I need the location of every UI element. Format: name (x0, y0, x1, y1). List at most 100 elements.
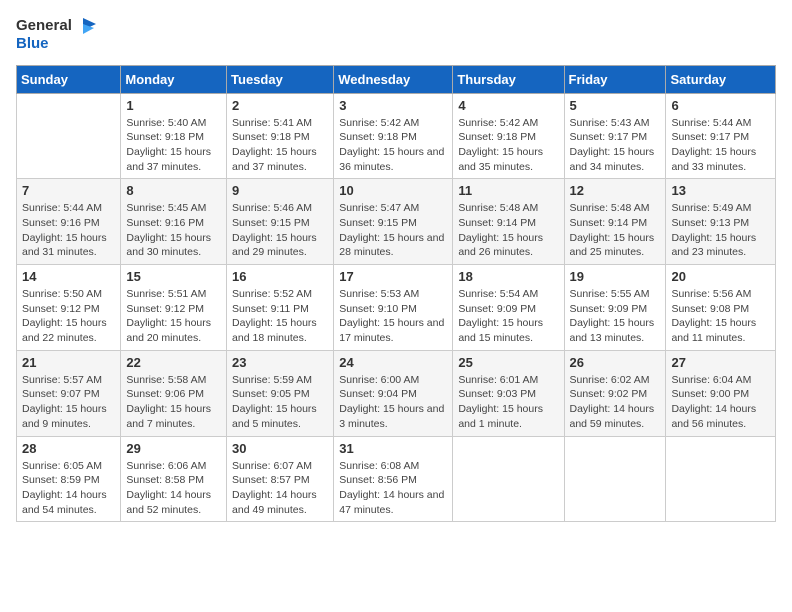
day-number: 16 (232, 269, 328, 284)
calendar-cell: 5 Sunrise: 5:43 AMSunset: 9:17 PMDaylight… (564, 93, 666, 179)
day-info: Sunrise: 5:58 AMSunset: 9:06 PMDaylight:… (126, 373, 221, 432)
day-number: 9 (232, 183, 328, 198)
day-info: Sunrise: 5:53 AMSunset: 9:10 PMDaylight:… (339, 287, 447, 346)
calendar-cell: 31 Sunrise: 6:08 AMSunset: 8:56 PMDayligh… (334, 436, 453, 522)
header-day-thursday: Thursday (453, 65, 564, 93)
calendar-cell: 18Sunrise: 5:54 AMSunset: 9:09 PMDayligh… (453, 265, 564, 351)
calendar-cell: 1 Sunrise: 5:40 AMSunset: 9:18 PMDaylight… (121, 93, 227, 179)
day-info: Sunrise: 5:44 AMSunset: 9:17 PMDaylight:… (671, 116, 770, 175)
header-day-saturday: Saturday (666, 65, 776, 93)
logo-blue: Blue (16, 35, 49, 52)
day-info: Sunrise: 5:44 AMSunset: 9:16 PMDaylight:… (22, 201, 115, 260)
day-number: 22 (126, 355, 221, 370)
day-info: Sunrise: 6:04 AMSunset: 9:00 PMDaylight:… (671, 373, 770, 432)
header-area: General Blue (16, 16, 776, 53)
week-row-3: 14Sunrise: 5:50 AMSunset: 9:12 PMDayligh… (17, 265, 776, 351)
day-info: Sunrise: 5:46 AMSunset: 9:15 PMDaylight:… (232, 201, 328, 260)
day-info: Sunrise: 5:51 AMSunset: 9:12 PMDaylight:… (126, 287, 221, 346)
day-number: 29 (126, 441, 221, 456)
day-number: 31 (339, 441, 447, 456)
day-number: 27 (671, 355, 770, 370)
calendar-cell: 13 Sunrise: 5:49 AMSunset: 9:13 PMDayligh… (666, 179, 776, 265)
calendar-cell: 3 Sunrise: 5:42 AMSunset: 9:18 PMDaylight… (334, 93, 453, 179)
calendar-cell: 24 Sunrise: 6:00 AMSunset: 9:04 PMDayligh… (334, 350, 453, 436)
calendar-cell: 25Sunrise: 6:01 AMSunset: 9:03 PMDayligh… (453, 350, 564, 436)
day-number: 3 (339, 98, 447, 113)
day-number: 8 (126, 183, 221, 198)
logo-general: General (16, 17, 72, 34)
calendar-cell (17, 93, 121, 179)
calendar-cell: 4 Sunrise: 5:42 AMSunset: 9:18 PMDaylight… (453, 93, 564, 179)
calendar-cell: 16 Sunrise: 5:52 AMSunset: 9:11 PMDayligh… (227, 265, 334, 351)
calendar-cell: 22 Sunrise: 5:58 AMSunset: 9:06 PMDayligh… (121, 350, 227, 436)
day-number: 13 (671, 183, 770, 198)
day-info: Sunrise: 5:40 AMSunset: 9:18 PMDaylight:… (126, 116, 221, 175)
day-info: Sunrise: 5:42 AMSunset: 9:18 PMDaylight:… (458, 116, 558, 175)
calendar-cell: 10 Sunrise: 5:47 AMSunset: 9:15 PMDayligh… (334, 179, 453, 265)
logo: General Blue (16, 16, 98, 53)
day-number: 21 (22, 355, 115, 370)
day-number: 24 (339, 355, 447, 370)
day-info: Sunrise: 5:56 AMSunset: 9:08 PMDaylight:… (671, 287, 770, 346)
day-info: Sunrise: 5:50 AMSunset: 9:12 PMDaylight:… (22, 287, 115, 346)
day-info: Sunrise: 5:47 AMSunset: 9:15 PMDaylight:… (339, 201, 447, 260)
day-info: Sunrise: 5:42 AMSunset: 9:18 PMDaylight:… (339, 116, 447, 175)
calendar-cell: 17 Sunrise: 5:53 AMSunset: 9:10 PMDayligh… (334, 265, 453, 351)
calendar-cell: 8Sunrise: 5:45 AMSunset: 9:16 PMDaylight… (121, 179, 227, 265)
header-day-wednesday: Wednesday (334, 65, 453, 93)
logo-flag-icon (78, 16, 98, 36)
calendar-cell: 27 Sunrise: 6:04 AMSunset: 9:00 PMDayligh… (666, 350, 776, 436)
header-day-sunday: Sunday (17, 65, 121, 93)
day-number: 26 (570, 355, 661, 370)
day-info: Sunrise: 5:57 AMSunset: 9:07 PMDaylight:… (22, 373, 115, 432)
day-number: 5 (570, 98, 661, 113)
day-number: 30 (232, 441, 328, 456)
day-info: Sunrise: 5:59 AMSunset: 9:05 PMDaylight:… (232, 373, 328, 432)
day-number: 17 (339, 269, 447, 284)
day-number: 19 (570, 269, 661, 284)
calendar-cell: 29Sunrise: 6:06 AMSunset: 8:58 PMDayligh… (121, 436, 227, 522)
calendar-cell: 19Sunrise: 5:55 AMSunset: 9:09 PMDayligh… (564, 265, 666, 351)
day-info: Sunrise: 6:08 AMSunset: 8:56 PMDaylight:… (339, 459, 447, 518)
calendar-cell: 9 Sunrise: 5:46 AMSunset: 9:15 PMDaylight… (227, 179, 334, 265)
header-day-friday: Friday (564, 65, 666, 93)
header-row: SundayMondayTuesdayWednesdayThursdayFrid… (17, 65, 776, 93)
calendar-cell: 15 Sunrise: 5:51 AMSunset: 9:12 PMDayligh… (121, 265, 227, 351)
calendar-cell: 12 Sunrise: 5:48 AMSunset: 9:14 PMDayligh… (564, 179, 666, 265)
day-info: Sunrise: 5:48 AMSunset: 9:14 PMDaylight:… (570, 201, 661, 260)
calendar-cell: 26Sunrise: 6:02 AMSunset: 9:02 PMDayligh… (564, 350, 666, 436)
day-number: 2 (232, 98, 328, 113)
day-number: 12 (570, 183, 661, 198)
day-info: Sunrise: 5:43 AMSunset: 9:17 PMDaylight:… (570, 116, 661, 175)
calendar-table: SundayMondayTuesdayWednesdayThursdayFrid… (16, 65, 776, 523)
calendar-cell: 23Sunrise: 5:59 AMSunset: 9:05 PMDayligh… (227, 350, 334, 436)
day-number: 4 (458, 98, 558, 113)
day-number: 15 (126, 269, 221, 284)
calendar-cell: 6Sunrise: 5:44 AMSunset: 9:17 PMDaylight… (666, 93, 776, 179)
day-info: Sunrise: 6:05 AMSunset: 8:59 PMDaylight:… (22, 459, 115, 518)
day-number: 20 (671, 269, 770, 284)
day-number: 11 (458, 183, 558, 198)
week-row-5: 28 Sunrise: 6:05 AMSunset: 8:59 PMDayligh… (17, 436, 776, 522)
calendar-cell: 2Sunrise: 5:41 AMSunset: 9:18 PMDaylight… (227, 93, 334, 179)
day-number: 28 (22, 441, 115, 456)
calendar-cell: 30 Sunrise: 6:07 AMSunset: 8:57 PMDayligh… (227, 436, 334, 522)
header-day-tuesday: Tuesday (227, 65, 334, 93)
logo-text: General Blue (16, 16, 98, 53)
calendar-cell (564, 436, 666, 522)
day-number: 18 (458, 269, 558, 284)
day-info: Sunrise: 5:48 AMSunset: 9:14 PMDaylight:… (458, 201, 558, 260)
day-info: Sunrise: 6:07 AMSunset: 8:57 PMDaylight:… (232, 459, 328, 518)
week-row-1: 1 Sunrise: 5:40 AMSunset: 9:18 PMDaylight… (17, 93, 776, 179)
day-info: Sunrise: 6:01 AMSunset: 9:03 PMDaylight:… (458, 373, 558, 432)
day-number: 1 (126, 98, 221, 113)
calendar-cell (453, 436, 564, 522)
calendar-cell: 20 Sunrise: 5:56 AMSunset: 9:08 PMDayligh… (666, 265, 776, 351)
day-info: Sunrise: 5:49 AMSunset: 9:13 PMDaylight:… (671, 201, 770, 260)
day-number: 10 (339, 183, 447, 198)
week-row-2: 7 Sunrise: 5:44 AMSunset: 9:16 PMDaylight… (17, 179, 776, 265)
week-row-4: 21 Sunrise: 5:57 AMSunset: 9:07 PMDayligh… (17, 350, 776, 436)
day-number: 7 (22, 183, 115, 198)
day-info: Sunrise: 6:00 AMSunset: 9:04 PMDaylight:… (339, 373, 447, 432)
day-info: Sunrise: 5:52 AMSunset: 9:11 PMDaylight:… (232, 287, 328, 346)
